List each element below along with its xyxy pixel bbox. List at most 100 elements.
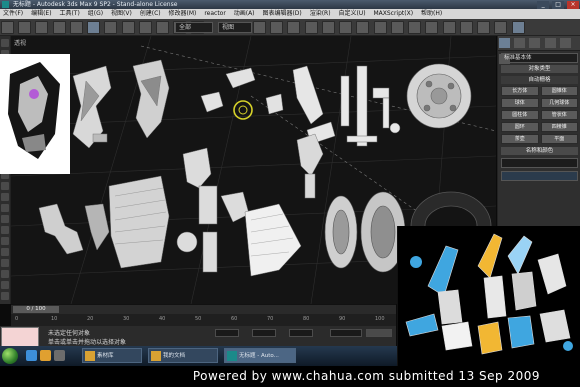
task-item-library[interactable]: 素材库	[82, 348, 142, 363]
y-coordinate-field[interactable]	[252, 329, 276, 337]
menu-views[interactable]: 视图(V)	[108, 9, 135, 19]
select-object-icon[interactable]	[87, 21, 101, 34]
undo-icon[interactable]	[1, 21, 14, 34]
autogrid-checkbox[interactable]: 自动栅格	[501, 76, 578, 84]
window-crossing-icon[interactable]	[138, 21, 152, 34]
percent-snap-icon[interactable]	[321, 21, 335, 34]
bind-space-warp-icon[interactable]	[69, 21, 83, 34]
close-button[interactable]: ×	[567, 1, 579, 9]
render-setup-icon[interactable]	[477, 21, 491, 34]
maximize-button[interactable]: □	[552, 1, 565, 9]
tool-strip-button[interactable]	[1, 248, 9, 256]
maxscript-listener[interactable]	[1, 327, 39, 347]
object-name-input[interactable]	[501, 158, 578, 168]
layer-manager-icon[interactable]	[408, 21, 422, 34]
menu-reactor[interactable]: reactor	[201, 9, 229, 19]
minimize-button[interactable]: _	[537, 1, 550, 9]
tool-strip-button[interactable]	[1, 281, 9, 289]
start-button[interactable]	[2, 348, 18, 364]
move-icon[interactable]	[156, 21, 170, 34]
task-item-3dsmax[interactable]: 无标题 - Auto...	[224, 348, 296, 363]
menu-group[interactable]: 组(G)	[85, 9, 106, 19]
tool-strip-button[interactable]	[1, 270, 9, 278]
name-color-rollout[interactable]: 名称和颜色	[501, 147, 578, 155]
menu-create[interactable]: 创建(C)	[137, 9, 164, 19]
tool-strip-button[interactable]	[1, 39, 9, 47]
menu-graph-editors[interactable]: 图表编辑器(D)	[259, 9, 304, 19]
sphere-button[interactable]: 球体	[501, 98, 539, 108]
tube-button[interactable]: 管状体	[540, 110, 578, 120]
inset-render-right	[397, 226, 580, 366]
tool-strip-button[interactable]	[1, 215, 9, 223]
object-color-swatch[interactable]	[501, 171, 578, 181]
menu-tools[interactable]: 工具(T)	[56, 9, 82, 19]
task-item-label: 无标题 - Auto...	[239, 353, 279, 359]
menu-maxscript[interactable]: MAXScript(X)	[370, 9, 416, 19]
object-category-dropdown[interactable]: 标准基本体	[501, 53, 578, 63]
schematic-view-icon[interactable]	[442, 21, 456, 34]
link-icon[interactable]	[35, 21, 49, 34]
tool-strip-button[interactable]	[1, 237, 9, 245]
tool-strip-button[interactable]	[1, 193, 9, 201]
menu-file[interactable]: 文件(F)	[0, 9, 26, 19]
z-coordinate-field[interactable]	[289, 329, 313, 337]
timeline-tick: 10	[51, 316, 58, 322]
hierarchy-tab-icon[interactable]	[529, 38, 541, 48]
object-type-rollout[interactable]: 对象类型	[501, 65, 578, 73]
angle-snap-icon[interactable]	[304, 21, 318, 34]
mirror-icon[interactable]	[373, 21, 387, 34]
cone-button[interactable]: 圆锥体	[540, 86, 578, 96]
snap-toggle-icon[interactable]	[287, 21, 301, 34]
watermark-caption: Powered by www.chahua.com submitted 13 S…	[0, 366, 580, 387]
menu-customize[interactable]: 自定义(U)	[335, 9, 368, 19]
quicklaunch-desktop-icon[interactable]	[54, 350, 65, 361]
menu-help[interactable]: 帮助(H)	[418, 9, 445, 19]
menu-bar: 文件(F) 编辑(E) 工具(T) 组(G) 视图(V) 创建(C) 修改器(M…	[0, 9, 580, 19]
time-slider[interactable]: 0 / 100	[13, 306, 59, 313]
teapot-button[interactable]: 茶壶	[501, 134, 539, 144]
curve-editor-icon[interactable]	[425, 21, 439, 34]
plane-button[interactable]: 平面	[540, 134, 578, 144]
menu-animation[interactable]: 动画(A)	[231, 9, 258, 19]
redo-icon[interactable]	[18, 21, 32, 34]
quicklaunch-folder-icon[interactable]	[40, 350, 51, 361]
create-tab-icon[interactable]	[499, 38, 510, 48]
track-bar[interactable]: 0 10 20 30 40 50 60 70 80 90 100	[11, 314, 396, 326]
geosphere-button[interactable]: 几何球体	[540, 98, 578, 108]
pivot-center-icon[interactable]	[253, 21, 266, 34]
named-selection-icon[interactable]	[356, 21, 370, 34]
tool-strip-button[interactable]	[1, 259, 9, 267]
region-select-icon[interactable]	[121, 21, 135, 34]
quick-render-icon[interactable]	[511, 21, 525, 34]
menu-modifiers[interactable]: 修改器(M)	[166, 9, 200, 19]
menu-rendering[interactable]: 渲染(R)	[307, 9, 334, 19]
tool-strip-button[interactable]	[1, 292, 9, 300]
unlink-icon[interactable]	[52, 21, 66, 34]
tool-strip-button[interactable]	[1, 204, 9, 212]
select-by-name-icon[interactable]	[104, 21, 118, 34]
x-coordinate-field[interactable]	[215, 329, 239, 337]
task-item-documents[interactable]: 我的文档	[148, 348, 218, 363]
tool-strip-button[interactable]	[1, 226, 9, 234]
render-type-icon[interactable]	[494, 21, 508, 34]
display-tab-icon[interactable]	[559, 38, 571, 48]
spinner-snap-icon[interactable]	[339, 21, 353, 34]
cylinder-button[interactable]: 圆柱体	[501, 110, 539, 120]
select-manipulate-icon[interactable]	[270, 21, 284, 34]
viewport-label[interactable]: 透视	[14, 38, 26, 47]
motion-tab-icon[interactable]	[544, 38, 556, 48]
box-button[interactable]: 长方体	[501, 86, 539, 96]
modify-tab-icon[interactable]	[514, 38, 526, 48]
align-icon[interactable]	[390, 21, 404, 34]
selection-filter-dropdown[interactable]: 全部	[175, 22, 213, 33]
torus-button[interactable]: 圆环	[501, 122, 539, 132]
material-editor-icon[interactable]	[459, 21, 473, 34]
grid-size-field[interactable]	[330, 329, 362, 337]
tool-strip-button[interactable]	[1, 182, 9, 190]
menu-edit[interactable]: 编辑(E)	[28, 9, 54, 19]
reference-coord-dropdown[interactable]: 视图	[218, 22, 252, 33]
part-lever	[292, 65, 336, 145]
auto-key-button[interactable]	[366, 329, 392, 337]
pyramid-button[interactable]: 四棱锥	[540, 122, 578, 132]
quicklaunch-ie-icon[interactable]	[26, 350, 37, 361]
